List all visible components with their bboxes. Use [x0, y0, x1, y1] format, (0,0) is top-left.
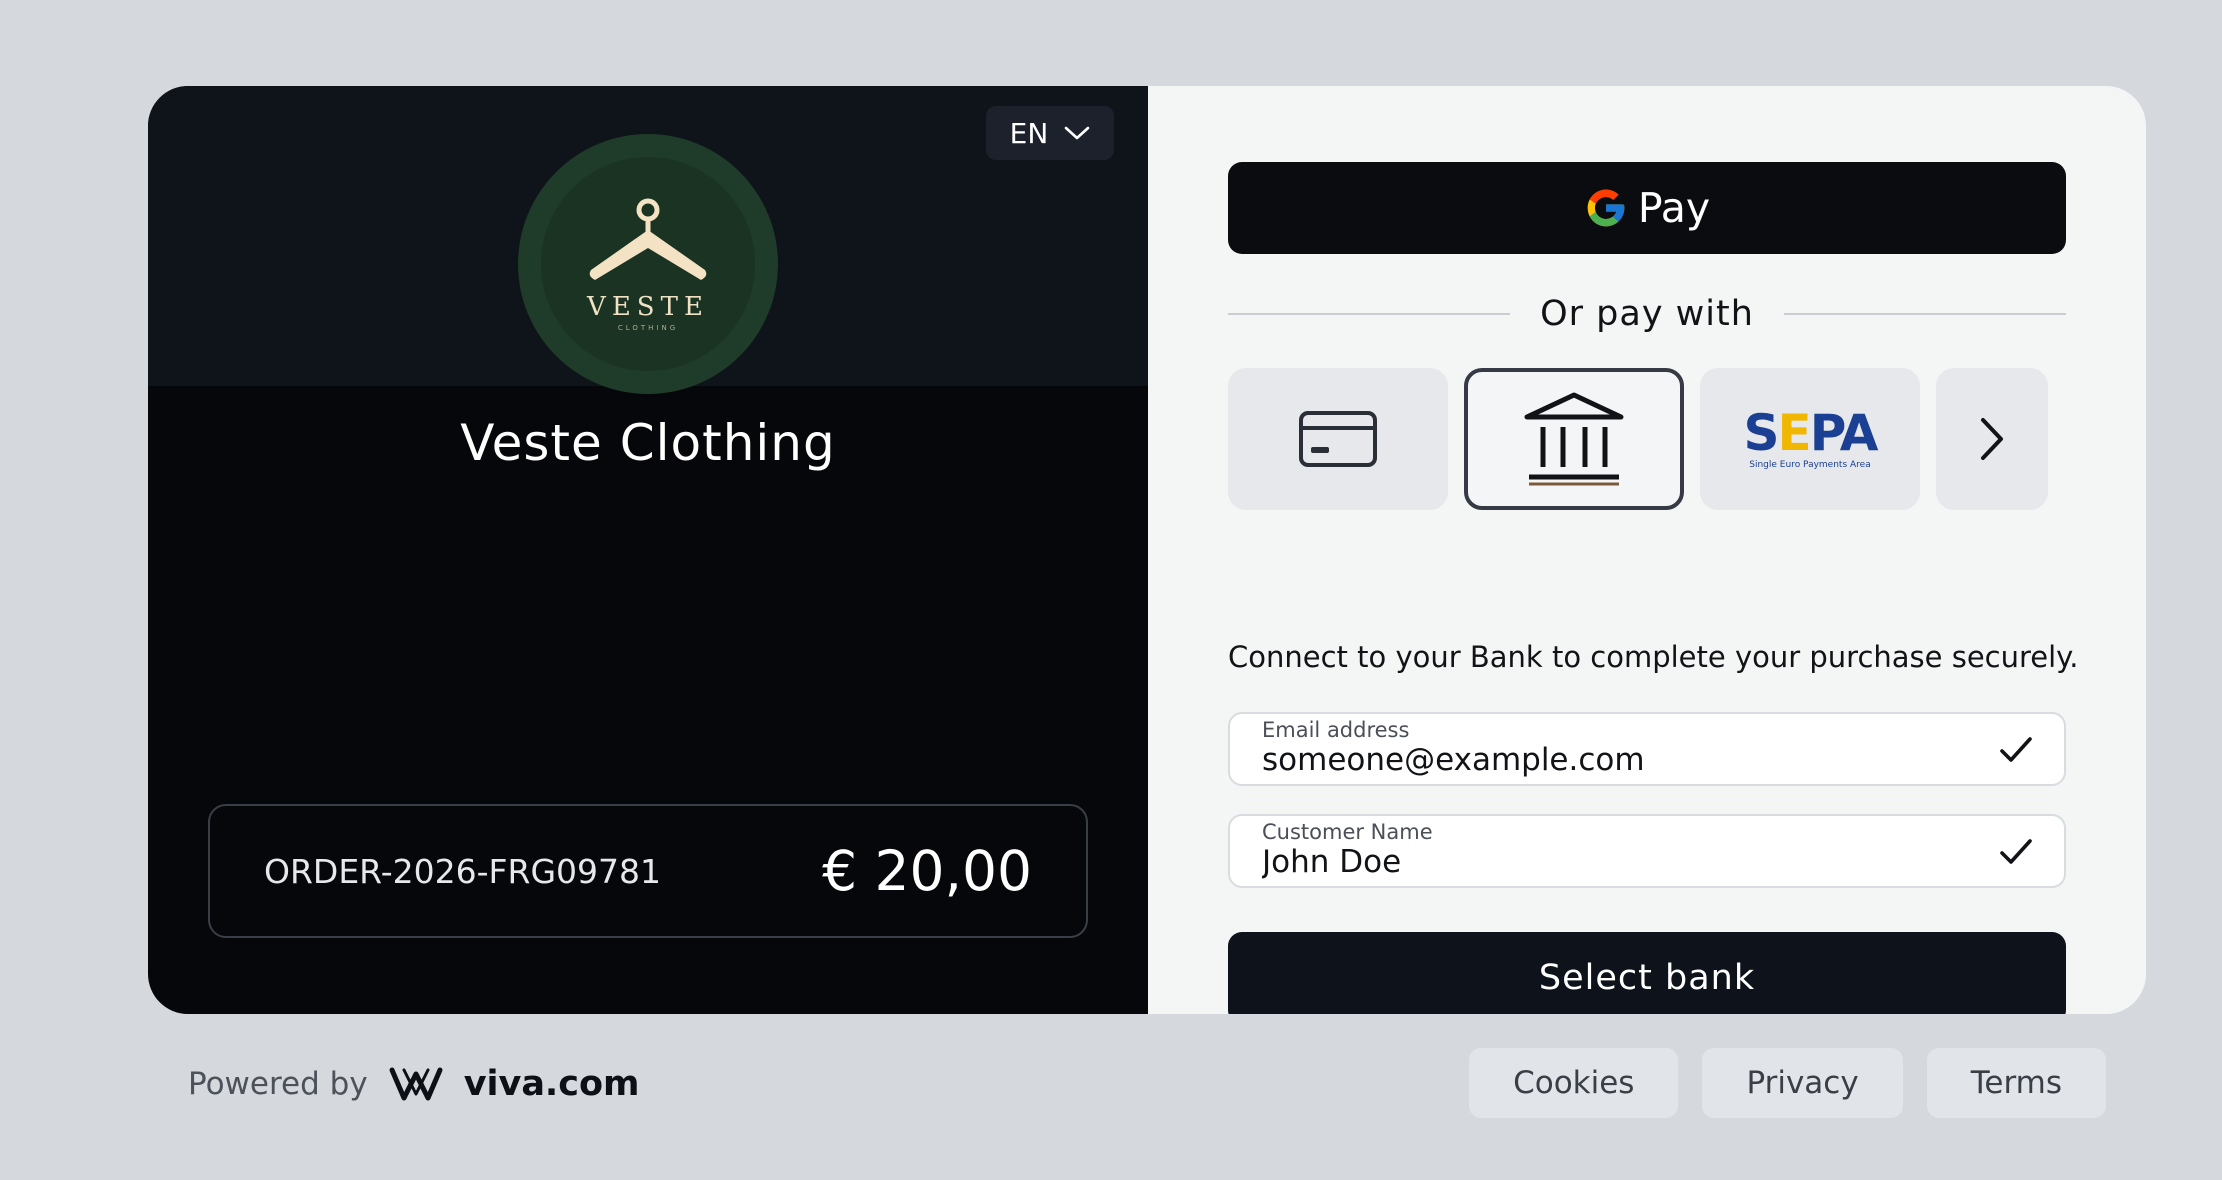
- method-sepa[interactable]: SEPA Single Euro Payments Area: [1700, 368, 1920, 510]
- google-g-icon: [1587, 189, 1625, 227]
- logo-subtitle: CLOTHING: [617, 324, 679, 332]
- check-icon: [2000, 839, 2032, 864]
- footer-links: Cookies Privacy Terms: [1469, 1048, 2106, 1118]
- method-card[interactable]: [1228, 368, 1448, 510]
- order-summary: ORDER-2026-FRG09781 € 20,00: [208, 804, 1088, 938]
- google-pay-button[interactable]: Pay: [1228, 162, 2066, 254]
- select-bank-button[interactable]: Select bank: [1228, 932, 2066, 1014]
- powered-by: Powered by viva.com: [188, 1058, 640, 1110]
- logo-wordmark: VESTE: [587, 292, 709, 322]
- google-pay-label: Pay: [1637, 184, 1711, 232]
- divider-text: Or pay with: [1540, 294, 1754, 334]
- method-more-button[interactable]: [1936, 368, 2048, 510]
- bank-connect-description: Connect to your Bank to complete your pu…: [1228, 640, 2079, 674]
- method-bank[interactable]: [1464, 368, 1684, 510]
- merchant-panel: EN VESTE CLOTHING Veste Clothing ORDER-2…: [148, 86, 1148, 1014]
- customer-name-field[interactable]: Customer Name: [1228, 814, 2066, 888]
- customer-name-input[interactable]: [1262, 844, 1962, 880]
- email-label: Email address: [1262, 718, 1410, 742]
- check-icon: [2000, 737, 2032, 762]
- sepa-logo-subtitle: Single Euro Payments Area: [1749, 460, 1871, 470]
- order-id: ORDER-2026-FRG09781: [264, 851, 662, 891]
- customer-name-label: Customer Name: [1262, 820, 1433, 844]
- powered-by-label: Powered by: [188, 1066, 368, 1102]
- viva-logo-icon: [389, 1067, 443, 1101]
- bank-icon: [1524, 392, 1624, 486]
- brand-name[interactable]: viva.com: [464, 1064, 640, 1104]
- language-selector[interactable]: EN: [986, 106, 1114, 160]
- privacy-link[interactable]: Privacy: [1702, 1048, 1903, 1118]
- email-field[interactable]: Email address: [1228, 712, 2066, 786]
- checkout-card: EN VESTE CLOTHING Veste Clothing ORDER-2…: [148, 86, 2146, 1014]
- terms-link[interactable]: Terms: [1926, 1048, 2106, 1118]
- or-pay-with-divider: Or pay with: [1228, 292, 2067, 336]
- hanger-icon: [589, 198, 707, 280]
- merchant-name: Veste Clothing: [460, 414, 836, 472]
- credit-card-icon: [1299, 411, 1377, 467]
- sepa-logo: SEPA Single Euro Payments Area: [1743, 404, 1879, 470]
- order-amount: € 20,00: [822, 839, 1032, 903]
- chevron-down-icon: [1065, 126, 1090, 140]
- email-input[interactable]: [1262, 742, 1962, 778]
- payment-panel: Pay Or pay with SEPA Single Euro Payment…: [1148, 86, 2146, 1014]
- merchant-logo: VESTE CLOTHING: [518, 134, 778, 394]
- language-label: EN: [1009, 116, 1049, 150]
- sepa-logo-text: SEPA: [1743, 404, 1879, 462]
- cookies-link[interactable]: Cookies: [1469, 1048, 1679, 1118]
- payment-method-list: SEPA Single Euro Payments Area: [1228, 368, 2048, 510]
- chevron-right-icon: [1981, 418, 2003, 460]
